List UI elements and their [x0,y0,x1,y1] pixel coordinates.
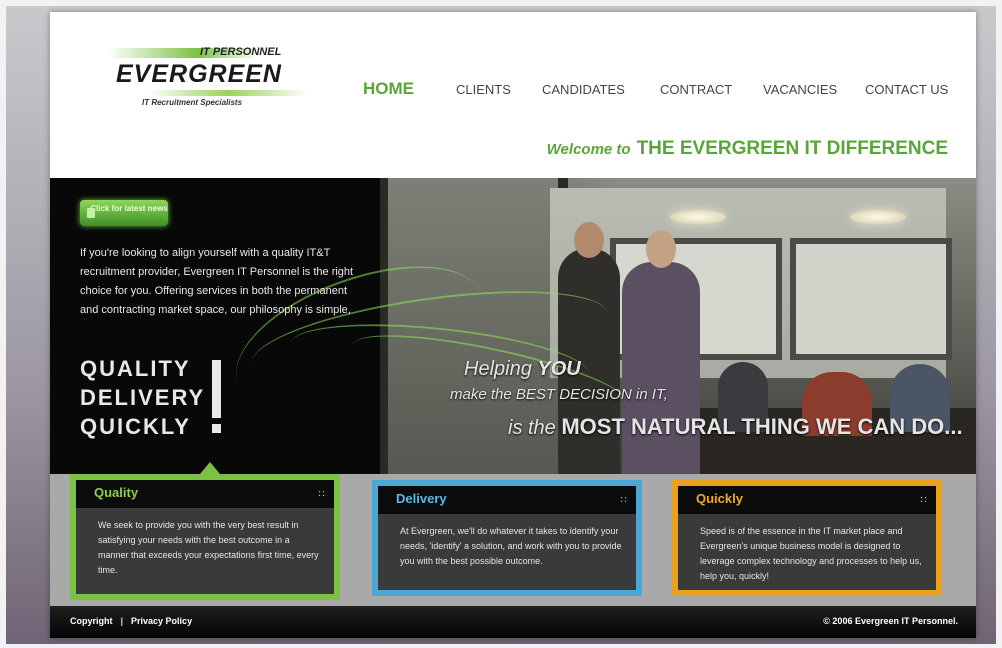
logo-tagline-top: IT PERSONNEL [200,46,282,58]
philosophy-delivery: DELIVERY [80,385,206,410]
philosophy-list: QUALITY DELIVERY QUICKLY [80,354,205,441]
feature-quickly[interactable]: Quickly :: Speed is of the essence in th… [672,480,942,596]
feature-boxes: Quality :: We seek to provide you with t… [50,474,976,606]
feature-delivery-text: At Evergreen, we'll do whatever it takes… [400,526,622,566]
nav-vacancies[interactable]: VACANCIES [763,82,837,97]
welcome-banner: Welcome to THE EVERGREEN IT DIFFERENCE [547,138,948,160]
photo-lamp [670,210,726,224]
photo-person-2-head [646,230,676,268]
photo-window-2 [790,238,952,360]
feature-quickly-text: Speed is of the essence in the IT market… [700,526,922,581]
feature-quickly-title: Quickly [696,491,743,506]
nav-home[interactable]: HOME [363,79,414,99]
site-header: IT PERSONNEL EVERGREEN IT Recruitment Sp… [50,12,976,178]
philosophy-quality: QUALITY [80,356,191,381]
evergreen-logo[interactable]: IT PERSONNEL EVERGREEN IT Recruitment Sp… [108,46,308,116]
tagline-is-the: is the [508,417,562,439]
website-page: IT PERSONNEL EVERGREEN IT Recruitment Sp… [50,12,976,638]
feature-quality-header: Quality :: [76,480,334,508]
feature-delivery-title: Delivery [396,491,447,506]
active-feature-pointer-icon [200,462,220,474]
feature-quality[interactable]: Quality :: We seek to provide you with t… [70,474,340,600]
welcome-headline: THE EVERGREEN IT DIFFERENCE [636,138,948,159]
grip-icon: :: [318,488,326,498]
photo-lamp-2 [850,210,906,224]
latest-news-label: Click for latest news [90,204,168,213]
hero-banner: Click for latest news If you're looking … [50,178,976,474]
photo-person-2 [622,262,700,474]
copyright-link[interactable]: Copyright [70,616,113,626]
feature-delivery[interactable]: Delivery :: At Evergreen, we'll do whate… [372,480,642,596]
site-footer: Copyright | Privacy Policy © 2006 Evergree… [50,606,976,638]
grip-icon: :: [620,494,628,504]
tagline-most-natural: MOST NATURAL THING WE CAN DO... [561,414,963,439]
intro-text: If you're looking to align yourself with… [80,247,354,316]
tagline-line-1: Helping YOU [464,358,581,381]
tagline-line-3: is the MOST NATURAL THING WE CAN DO... [508,414,963,440]
feature-quickly-header: Quickly :: [678,486,936,514]
footer-separator: | [120,616,124,626]
logo-swoosh-lower [148,90,308,96]
exclamation-dot [212,424,221,433]
feature-quality-text: We seek to provide you with the very bes… [98,520,319,575]
tagline-you: YOU [537,358,581,380]
nav-contract[interactable]: CONTRACT [660,82,732,97]
philosophy-quickly: QUICKLY [80,414,191,439]
exclamation-bar [212,360,221,418]
news-icon [87,208,95,218]
tagline-line-2: make the BEST DECISION in IT, [450,386,668,403]
footer-links: Copyright | Privacy Policy [70,616,192,626]
feature-quality-title: Quality [94,485,139,500]
welcome-prefix: Welcome to [546,141,631,158]
logo-subtitle: IT Recruitment Specialists [142,98,243,107]
logo-wordmark: EVERGREEN [116,60,282,88]
latest-news-button[interactable]: Click for latest news [80,200,168,226]
privacy-policy-link[interactable]: Privacy Policy [131,616,192,626]
nav-contact-us[interactable]: CONTACT US [865,82,948,97]
copyright-notice: © 2006 Evergreen IT Personnel. [823,616,958,626]
nav-candidates[interactable]: CANDIDATES [542,82,625,97]
nav-clients[interactable]: CLIENTS [456,82,511,97]
photo-person-head [574,222,604,258]
tagline-helping: Helping [464,358,538,380]
feature-delivery-header: Delivery :: [378,486,636,514]
grip-icon: :: [920,494,928,504]
